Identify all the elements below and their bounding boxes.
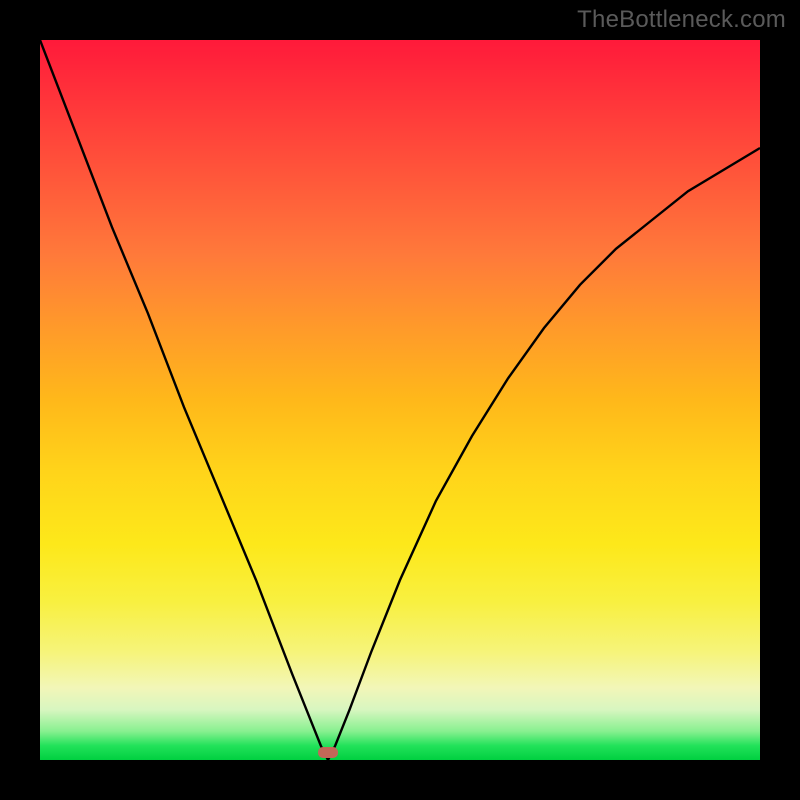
plot-area — [40, 40, 760, 760]
curve-svg — [40, 40, 760, 760]
minimum-marker — [318, 747, 338, 758]
bottleneck-curve — [40, 40, 760, 760]
watermark-text: TheBottleneck.com — [577, 6, 786, 34]
chart-frame: TheBottleneck.com — [0, 0, 800, 800]
